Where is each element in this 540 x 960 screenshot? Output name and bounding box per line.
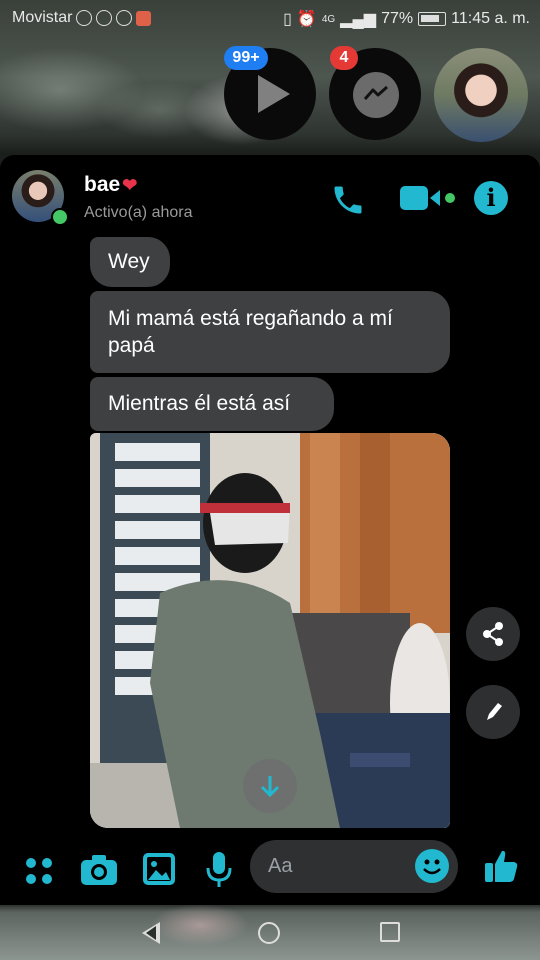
messenger-icon (353, 72, 399, 118)
vibrate-icon: ▯ (283, 11, 292, 28)
carrier-label: Movistar (12, 9, 73, 26)
video-call-icon[interactable] (400, 183, 458, 213)
share-button[interactable] (466, 607, 520, 661)
video-badge: 99+ (224, 46, 268, 70)
chat-header: bae ❤ Activo(a) ahora i (0, 155, 540, 237)
home-icon[interactable] (258, 922, 280, 944)
messenger-notification-icon (76, 10, 93, 26)
edit-button[interactable] (466, 685, 520, 739)
battery-icon (418, 12, 447, 26)
gallery-icon[interactable] (142, 852, 176, 886)
contact-name[interactable]: bae ❤ (84, 173, 137, 197)
contact-chat-head[interactable] (434, 48, 528, 142)
network-type: 4G (321, 13, 336, 25)
message-bubble[interactable]: Mientras él está así (90, 377, 334, 431)
message-bubble[interactable]: Mi mamá está regañando a mí papá (90, 291, 450, 373)
message-input-placeholder: Aa (268, 855, 293, 877)
whatsapp-notification-icon (96, 10, 113, 26)
scroll-down-icon (260, 776, 280, 798)
online-indicator (51, 208, 69, 226)
message-bubble[interactable]: Wey (90, 237, 170, 287)
status-bar: Movistar ▯ ⏰ 4G ▂▄▆ 77% 11:45 a. m. (0, 0, 540, 38)
message-composer: Aa (0, 840, 540, 902)
message-input[interactable]: Aa (250, 840, 458, 893)
emoji-icon[interactable] (415, 849, 449, 883)
info-icon[interactable]: i (474, 181, 508, 215)
battery-percent: 77% (381, 10, 414, 27)
camera-icon[interactable] (80, 854, 118, 886)
play-icon (258, 75, 290, 113)
heart-icon: ❤ (122, 175, 138, 195)
chat-panel: bae ❤ Activo(a) ahora i Wey Mi mamá está … (0, 155, 540, 905)
call-icon[interactable] (330, 182, 366, 218)
alarm-icon: ⏰ (296, 11, 317, 28)
share-icon (483, 622, 503, 646)
apps-icon[interactable] (24, 856, 54, 886)
contact-status: Activo(a) ahora (84, 204, 193, 221)
like-icon[interactable] (483, 848, 519, 884)
back-icon-inner (146, 926, 156, 940)
app-notification-icon (136, 10, 152, 26)
recent-apps-icon[interactable] (380, 922, 400, 942)
clock: 11:45 a. m. (451, 10, 530, 27)
chat-notification-icon (116, 10, 133, 26)
edit-icon (487, 703, 502, 720)
mic-icon[interactable] (204, 850, 234, 890)
contact-name-text: bae (84, 173, 121, 196)
scroll-down-button[interactable] (243, 759, 297, 813)
signal-icon: ▂▄▆ (340, 11, 377, 28)
navigation-bar (0, 905, 540, 960)
messenger-badge: 4 (330, 46, 358, 70)
